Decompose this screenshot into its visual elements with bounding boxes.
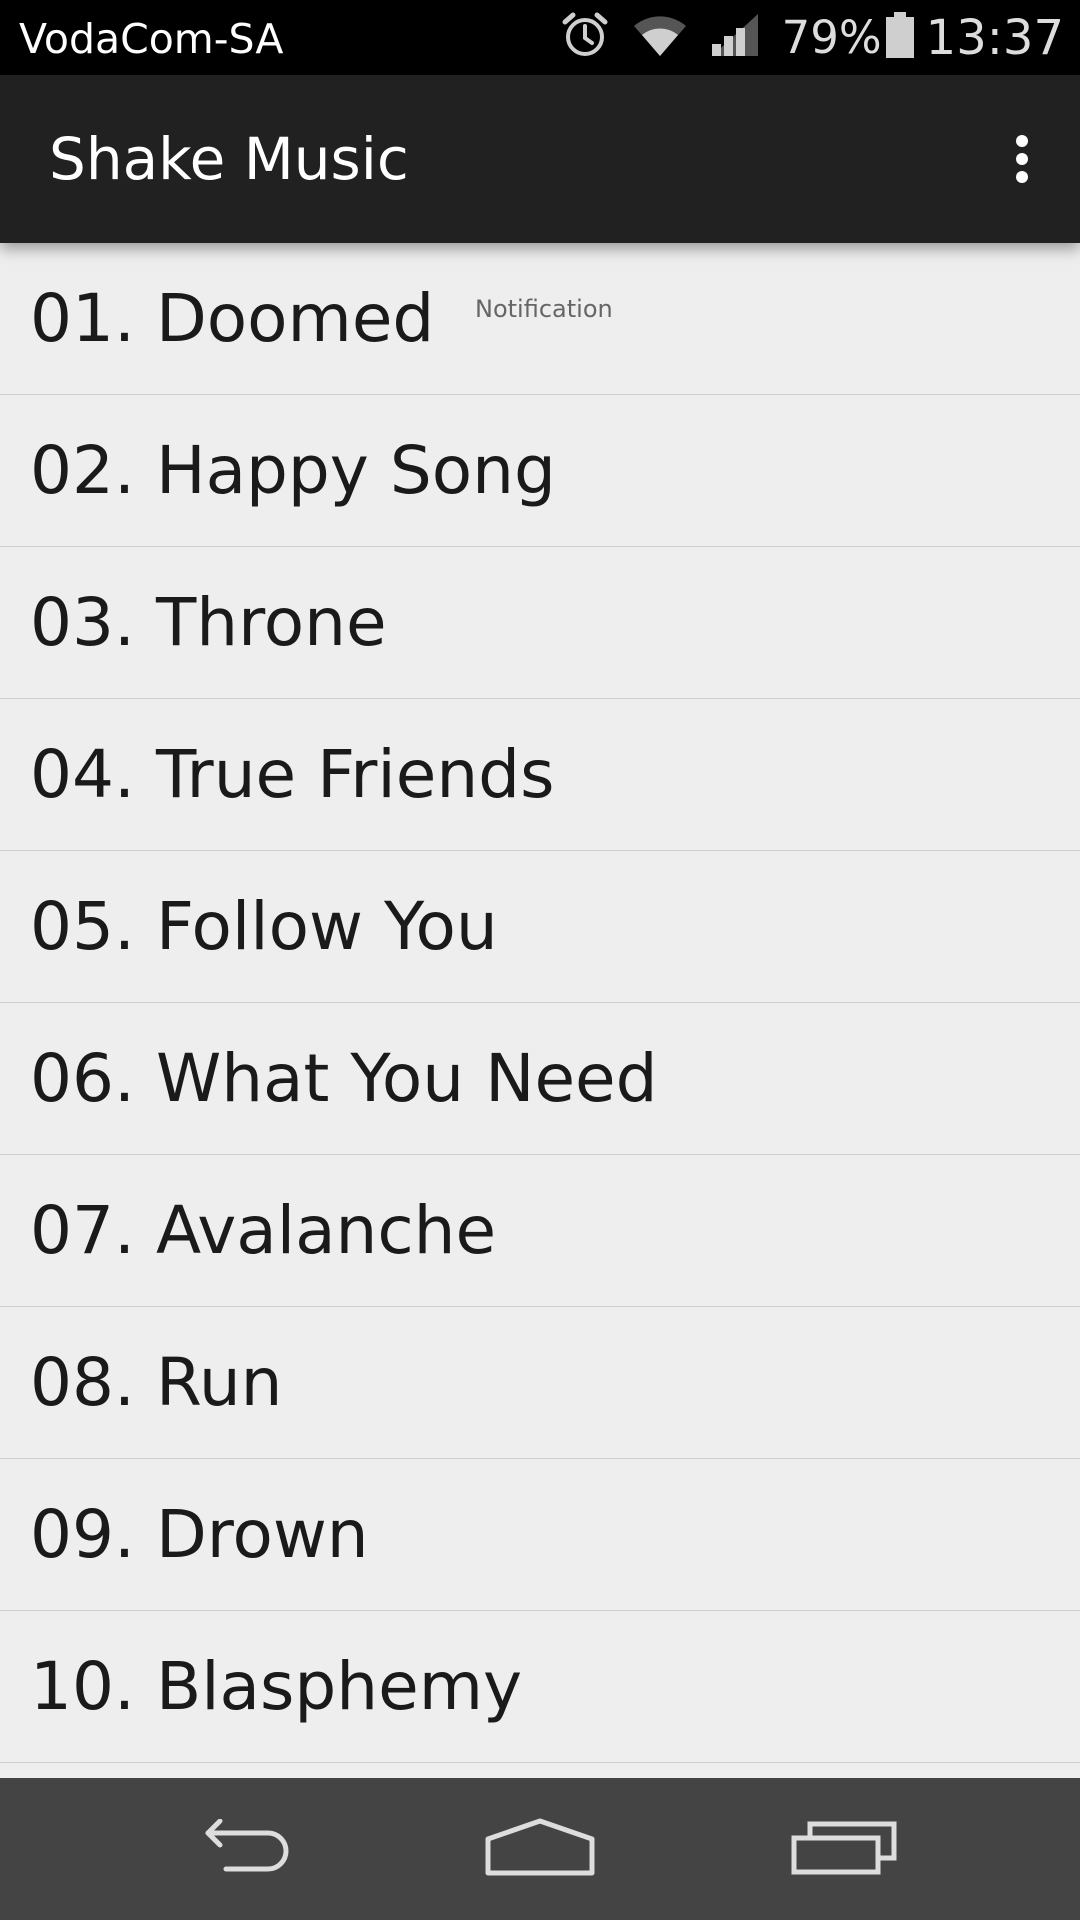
list-item[interactable]: 05. Follow You bbox=[0, 851, 1080, 1003]
song-title: 05. Follow You bbox=[30, 888, 498, 965]
back-button[interactable] bbox=[140, 1778, 340, 1920]
song-title: 09. Drown bbox=[30, 1496, 369, 1573]
list-item[interactable]: 06. What You Need bbox=[0, 1003, 1080, 1155]
list-item[interactable]: 02. Happy Song bbox=[0, 395, 1080, 547]
song-title: 07. Avalanche bbox=[30, 1192, 497, 1269]
list-item[interactable]: 07. Avalanche bbox=[0, 1155, 1080, 1307]
home-icon bbox=[484, 1817, 596, 1882]
battery-icon bbox=[884, 10, 916, 65]
song-title: 04. True Friends bbox=[30, 736, 555, 813]
signal-icon bbox=[710, 12, 760, 63]
recents-icon bbox=[790, 1818, 898, 1881]
status-bar: VodaCom-SA 79% 13:37 bbox=[0, 0, 1080, 75]
song-title: 10. Blasphemy bbox=[30, 1648, 523, 1725]
status-icons: 79% 13:37 bbox=[560, 0, 1064, 75]
action-bar: Shake Music bbox=[0, 75, 1080, 243]
list-item[interactable]: 09. Drown bbox=[0, 1459, 1080, 1611]
song-title: 02. Happy Song bbox=[30, 432, 556, 509]
song-title: 01. Doomed bbox=[30, 280, 435, 357]
home-button[interactable] bbox=[440, 1778, 640, 1920]
list-item[interactable]: 01. Doomed Notification bbox=[0, 243, 1080, 395]
song-title: 03. Throne bbox=[30, 584, 387, 661]
wifi-icon bbox=[632, 12, 688, 63]
song-title: 08. Run bbox=[30, 1344, 283, 1421]
list-item[interactable]: 10. Blasphemy bbox=[0, 1611, 1080, 1763]
list-item[interactable]: 04. True Friends bbox=[0, 699, 1080, 851]
clock: 13:37 bbox=[925, 9, 1064, 66]
back-icon bbox=[188, 1818, 292, 1880]
alarm-icon bbox=[560, 10, 610, 65]
battery-percent: 79% bbox=[781, 11, 882, 64]
recents-button[interactable] bbox=[744, 1778, 944, 1920]
notification-label: Notification bbox=[475, 295, 613, 323]
carrier-name: VodaCom-SA bbox=[19, 15, 284, 63]
list-item[interactable]: 03. Throne bbox=[0, 547, 1080, 699]
more-vert-icon[interactable] bbox=[990, 119, 1054, 199]
navigation-bar bbox=[0, 1778, 1080, 1920]
app-title: Shake Music bbox=[49, 125, 409, 193]
song-title: 06. What You Need bbox=[30, 1040, 658, 1117]
list-item[interactable]: 08. Run bbox=[0, 1307, 1080, 1459]
song-list: 01. Doomed Notification 02. Happy Song 0… bbox=[0, 243, 1080, 1763]
